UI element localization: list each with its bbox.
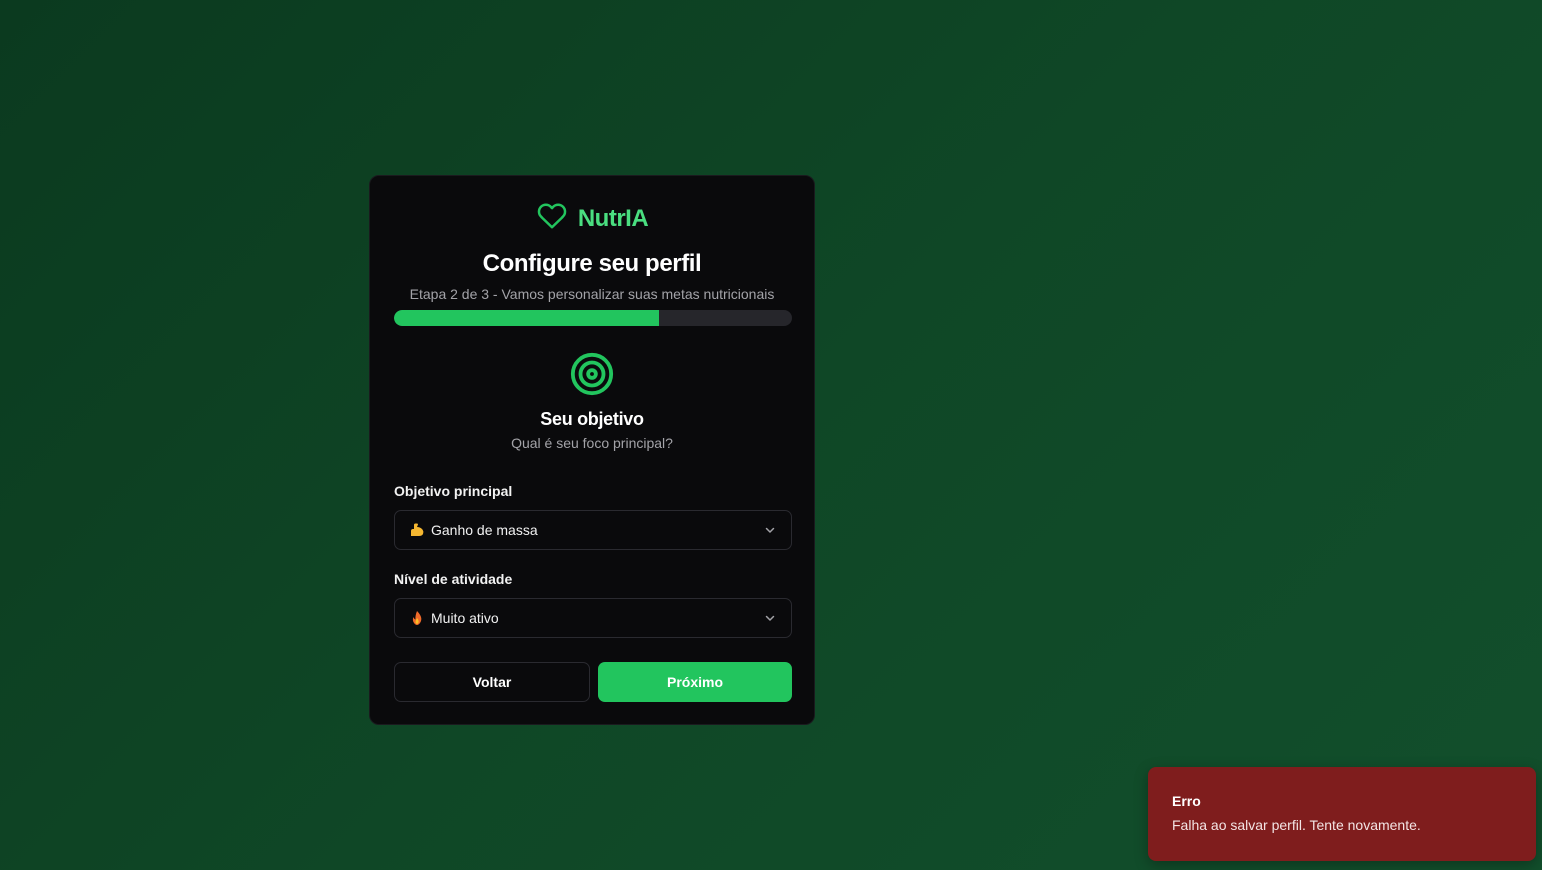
section-icon-wrapper (370, 351, 814, 402)
error-toast[interactable]: Erro Falha ao salvar perfil. Tente novam… (1148, 767, 1536, 861)
flexed-biceps-icon (409, 522, 425, 538)
target-icon (569, 351, 615, 402)
progress-bar (394, 310, 792, 326)
chevron-down-icon (763, 611, 777, 625)
activity-select[interactable]: Muito ativo (394, 598, 792, 638)
brand-name: NutrIA (577, 204, 649, 232)
brand-header: NutrIA (370, 201, 814, 236)
chevron-down-icon (763, 523, 777, 537)
onboarding-card: NutrIA Configure seu perfil Etapa 2 de 3… (369, 175, 815, 725)
activity-select-value: Muito ativo (431, 610, 499, 626)
progress-fill (394, 310, 660, 326)
back-button[interactable]: Voltar (394, 662, 590, 702)
section-subtitle: Qual é seu foco principal? (511, 435, 673, 451)
next-button[interactable]: Próximo (598, 662, 792, 702)
page-subtitle: Etapa 2 de 3 - Vamos personalizar suas m… (409, 286, 775, 302)
fire-icon (409, 610, 425, 626)
toast-title: Erro (1172, 793, 1201, 809)
section-title: Seu objetivo (540, 409, 644, 429)
page-title: Configure seu perfil (482, 250, 702, 277)
activity-label: Nível de atividade (394, 571, 513, 587)
goal-label: Objetivo principal (394, 483, 513, 499)
toast-message: Falha ao salvar perfil. Tente novamente. (1172, 817, 1421, 833)
goal-select-value: Ganho de massa (431, 522, 538, 538)
heart-icon (536, 201, 568, 236)
goal-select[interactable]: Ganho de massa (394, 510, 792, 550)
